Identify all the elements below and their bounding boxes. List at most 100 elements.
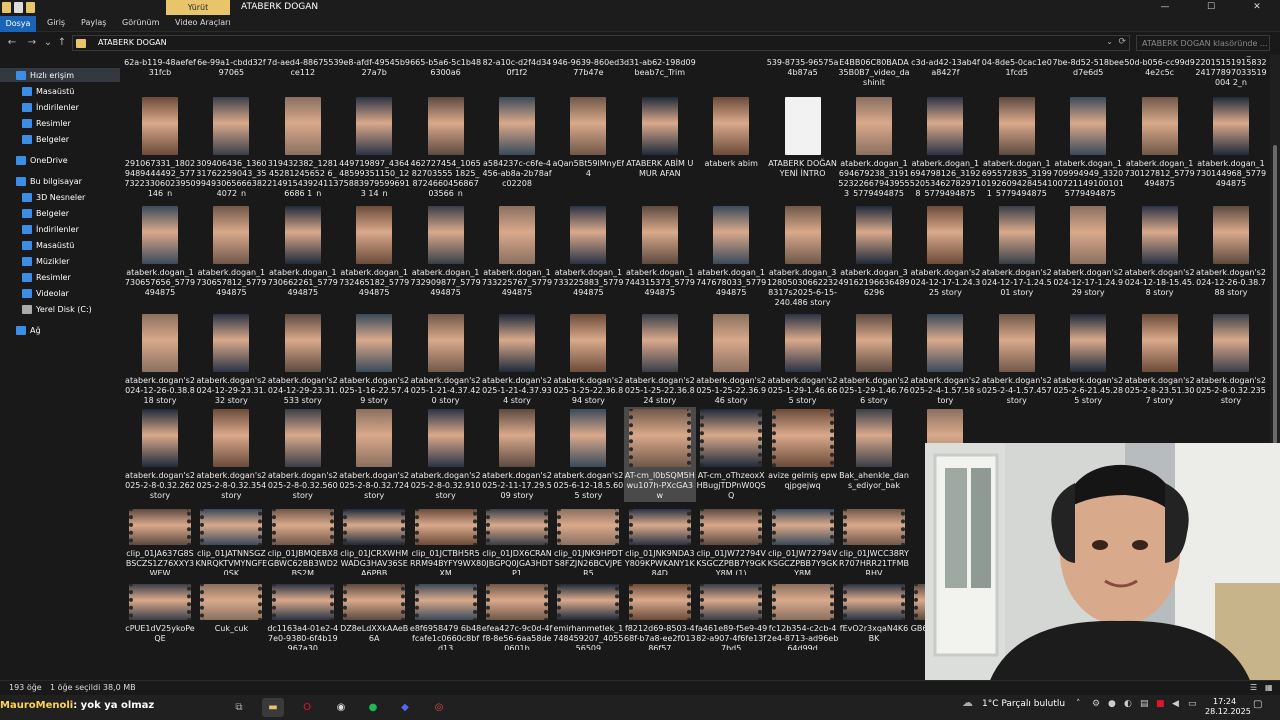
file-item[interactable]: ataberk.dogan's2025-1-21-4.37.934 story xyxy=(481,312,553,414)
tab-home[interactable]: Giriş xyxy=(47,18,65,27)
file-item[interactable]: 319432382_128145281245652 6_214915439241… xyxy=(267,95,339,197)
file-item[interactable]: ataberk.dogan's2025-1-25-22.36.946 story xyxy=(695,312,767,414)
file-item[interactable]: ataberk.dogan_3491621966364896296 xyxy=(838,204,910,306)
file-item[interactable]: ataberk.dogan's2025-1-29-1.46.665 story xyxy=(767,312,839,414)
file-item[interactable]: ataberk.dogan_1730127812_5779494875 xyxy=(1124,95,1196,197)
file-item[interactable]: aQan5Bt59lMnyEf4 xyxy=(552,95,624,197)
file-item[interactable]: 11524d12-ae7d-4c3d-ad42-13ab4fa8427f xyxy=(909,55,982,88)
folder-icon[interactable] xyxy=(2,2,11,13)
file-item[interactable]: clip_01JCRXWHMWADG3HAV36SEA6PBB xyxy=(338,507,410,575)
file-item[interactable]: ataberk.dogan_1695572835_319901926094284… xyxy=(981,95,1053,197)
file-item[interactable]: AT-cm_l0bSQM5Hwu107h-PXcGA3w xyxy=(623,407,696,502)
file-item[interactable]: 309406436_136031762259043_35994930656663… xyxy=(195,95,267,197)
file-item[interactable]: AT-cm_oThzeoxXHBugjTDPnW0QSQ xyxy=(695,407,767,502)
context-tab-play[interactable]: Yürüt xyxy=(166,0,230,15)
tray-app-icon[interactable]: ■ xyxy=(1156,699,1165,709)
clock-time[interactable]: 17:24 xyxy=(1213,697,1236,706)
sidebar-item-4[interactable]: Belgeler⚲ xyxy=(22,132,132,146)
sidebar-item-1[interactable]: Masaüstü⚲ xyxy=(22,84,132,98)
file-item[interactable]: clip_01JW72794VKSGCZPBB7Y9GKY8M (1) xyxy=(695,507,767,575)
file-item[interactable]: ataberk.dogan_1730144968_5779494875 xyxy=(1195,95,1267,197)
file-item[interactable]: ataberk.dogan's2025-2-8-0.32.354 story xyxy=(195,407,267,502)
file-item[interactable]: clip_01JW72794VKSGCZPBB7Y9GKY8M xyxy=(767,507,839,575)
file-item[interactable]: ATABERK ABİM UMUR AFAN xyxy=(624,95,696,197)
file-item[interactable]: a584237c-c6fe-4456-ab8a-2b78afc02208 xyxy=(481,95,553,197)
file-item[interactable]: ataberk.dogan's2024-12-26-0.38.818 story xyxy=(124,312,196,414)
file-item[interactable]: ataberk.dogan's2024-12-29-23.31.32 story xyxy=(195,312,267,414)
file-item[interactable]: 431e86e-09d8-4282-a10c-d2f4d340f1f2 xyxy=(481,55,553,88)
file-item[interactable]: ataberk.dogan_1747678033_5779494875 xyxy=(695,204,767,306)
sidebar-item-3[interactable]: Resimler⚲ xyxy=(22,116,132,130)
file-item[interactable]: Bak_ahenkle_dans_ediyor_bak xyxy=(838,407,910,502)
file-item[interactable]: ataberk.dogan's2024-12-17-1.24.501 story xyxy=(981,204,1053,306)
volume-icon[interactable]: ◀ xyxy=(1172,699,1179,709)
file-item[interactable]: efea427c-9c0d-4ff8-8e56-6aa58de0601b xyxy=(481,582,553,650)
file-item[interactable]: 81121432-01fe-4539-8735-96575a4b87a5 xyxy=(767,55,839,88)
file-item[interactable]: ataberk.dogan's2024-12-18-15.45.8 story xyxy=(1124,204,1196,306)
notification-icon[interactable]: ▢ xyxy=(1253,699,1262,710)
file-item[interactable]: ataberk.dogan_1730657656_5779494875 xyxy=(124,204,196,306)
tab-video-tools[interactable]: Video Araçları xyxy=(175,18,231,27)
file-item[interactable]: fa461e89-f5e9-4982-a907-4f6fe13f7bd5 xyxy=(695,582,767,650)
tab-view[interactable]: Görünüm xyxy=(122,18,159,27)
sidebar-item-2[interactable]: İndirilenler⚲ xyxy=(22,100,132,114)
tray-app-icon[interactable]: ◐ xyxy=(1124,699,1132,709)
file-item[interactable]: 7a17969-2390-447d-aed4-8867553ce112 xyxy=(267,55,339,88)
file-item[interactable]: ataberk.dogan's2025-2-6-21.45.285 story xyxy=(1052,312,1124,414)
new-folder-icon[interactable] xyxy=(26,2,35,13)
properties-icon[interactable] xyxy=(14,2,23,13)
file-item[interactable]: ATABERK DOĞAN YENİ İNTRO xyxy=(767,95,839,197)
file-item[interactable]: ataberk.dogan's2024-12-17-1.24.325 story xyxy=(909,204,981,306)
opera-icon[interactable]: O xyxy=(296,698,318,717)
tray-app-icon[interactable]: ▤ xyxy=(1140,699,1149,709)
file-item[interactable]: ataberk.dogan_1732909877_5779494875 xyxy=(410,204,482,306)
up-button[interactable]: ↑ xyxy=(56,36,68,50)
file-item[interactable]: ataberk.dogan_1709994949_332000721149100… xyxy=(1052,95,1124,197)
file-item[interactable]: ataberk.dogan's2025-1-29-1.46.766 story xyxy=(838,312,910,414)
chevron-up-icon[interactable]: ˄ xyxy=(1076,699,1081,709)
file-item[interactable]: ataberk.dogan's2025-2-8-0.32.910 story xyxy=(410,407,482,502)
file-item[interactable]: ataberk.dogan's2024-12-17-1.24.929 story xyxy=(1052,204,1124,306)
task-view-icon[interactable]: ⧉ xyxy=(228,698,250,717)
tray-app-icon[interactable]: ⚙ xyxy=(1092,699,1100,709)
network-icon[interactable]: ▭ xyxy=(1188,699,1197,709)
tab-share[interactable]: Paylaş xyxy=(81,18,106,27)
file-item[interactable]: clip_01JCTBH5R5RRM94BYFY9WX8XM xyxy=(410,507,482,575)
file-item[interactable]: clip_01JNK9NDA3Y809KPWKANY1K84D xyxy=(624,507,696,575)
file-item[interactable]: ataberk.dogan's2025-6-12-18.5.605 story xyxy=(552,407,624,502)
file-item[interactable]: 8040030DA24F5E4BB06C80BADA35B0B7_video_d… xyxy=(838,55,910,88)
sidebar-item-10[interactable]: Masaüstü xyxy=(22,238,118,252)
file-item[interactable]: fEvO2r3xqaN4K6BK xyxy=(838,582,910,650)
refresh-icon[interactable]: ⟳ xyxy=(1118,37,1126,47)
file-item[interactable]: ataberk.dogan_1694798126_319252053462782… xyxy=(909,95,981,197)
sidebar-item-11[interactable]: Müzikler xyxy=(22,254,118,268)
address-path[interactable]: ATABERK DOGAN xyxy=(98,38,167,47)
file-item[interactable]: 462727454_106582703555 1825_872466045686… xyxy=(410,95,482,197)
tab-file[interactable]: Dosya xyxy=(0,16,36,32)
file-item[interactable]: clip_01JDX6CRAN0JBGPQ0JGA3HDTP1 xyxy=(481,507,553,575)
sidebar-item-5[interactable]: OneDrive xyxy=(16,153,118,167)
back-button[interactable]: ← xyxy=(6,36,18,50)
file-item[interactable]: ataberk.dogan's2025-2-8-0.32.262 story xyxy=(124,407,196,502)
file-item[interactable]: ataberk.dogan's2024-12-29-23.31.533 stor… xyxy=(267,312,339,414)
recent-locations-button[interactable]: ⌄ xyxy=(42,36,54,50)
file-item[interactable]: 1300x300 xyxy=(695,55,767,88)
file-item[interactable]: 84aee3ab-11c1-4665-b5a6-5c1b486300a6 xyxy=(410,55,482,88)
file-item[interactable]: ataberk.dogan's2025-1-21-4.37.420 story xyxy=(410,312,482,414)
file-item[interactable]: 31813eb-ac424c-62a-b119-48aefef31fcb xyxy=(124,55,196,88)
file-item[interactable]: ataberk.dogan_1733225883_5779494875 xyxy=(552,204,624,306)
file-item[interactable]: 83a0fd82-cccb-49e8-afdf-49545b927a7b xyxy=(338,55,410,88)
file-item[interactable]: fc12b354-c2cb-42e4-8713-ad96eb64d99d xyxy=(767,582,839,650)
file-item[interactable]: clip_01JNK9HPDTS8FZJN26BCVJPER5 xyxy=(552,507,624,575)
file-item[interactable]: 989067b2-2b99-47be-8d52-518bee d7e6d5 xyxy=(1052,55,1124,88)
file-item[interactable]: emirhanmetlek_1748459207_405556509 xyxy=(552,582,624,650)
sidebar-item-6[interactable]: Bu bilgisayar xyxy=(16,174,118,188)
file-item[interactable]: ataberk.dogan's2025-2-4-1.57.58 story xyxy=(909,312,981,414)
file-item[interactable]: avize gelmiş epwqjpgejwq xyxy=(767,407,839,502)
search-input[interactable]: ATABERK DOGAN klasöründe ... xyxy=(1136,35,1270,51)
sidebar-item-9[interactable]: İndirilenler xyxy=(22,222,118,236)
sidebar-item-13[interactable]: Videolar xyxy=(22,286,118,300)
file-item[interactable]: DZ8eLdXXkAAeB6A xyxy=(338,582,410,650)
file-item[interactable]: ataberk.dogan's2025-2-8-23.51.307 story xyxy=(1124,312,1196,414)
sidebar-item-12[interactable]: Resimler xyxy=(22,270,118,284)
